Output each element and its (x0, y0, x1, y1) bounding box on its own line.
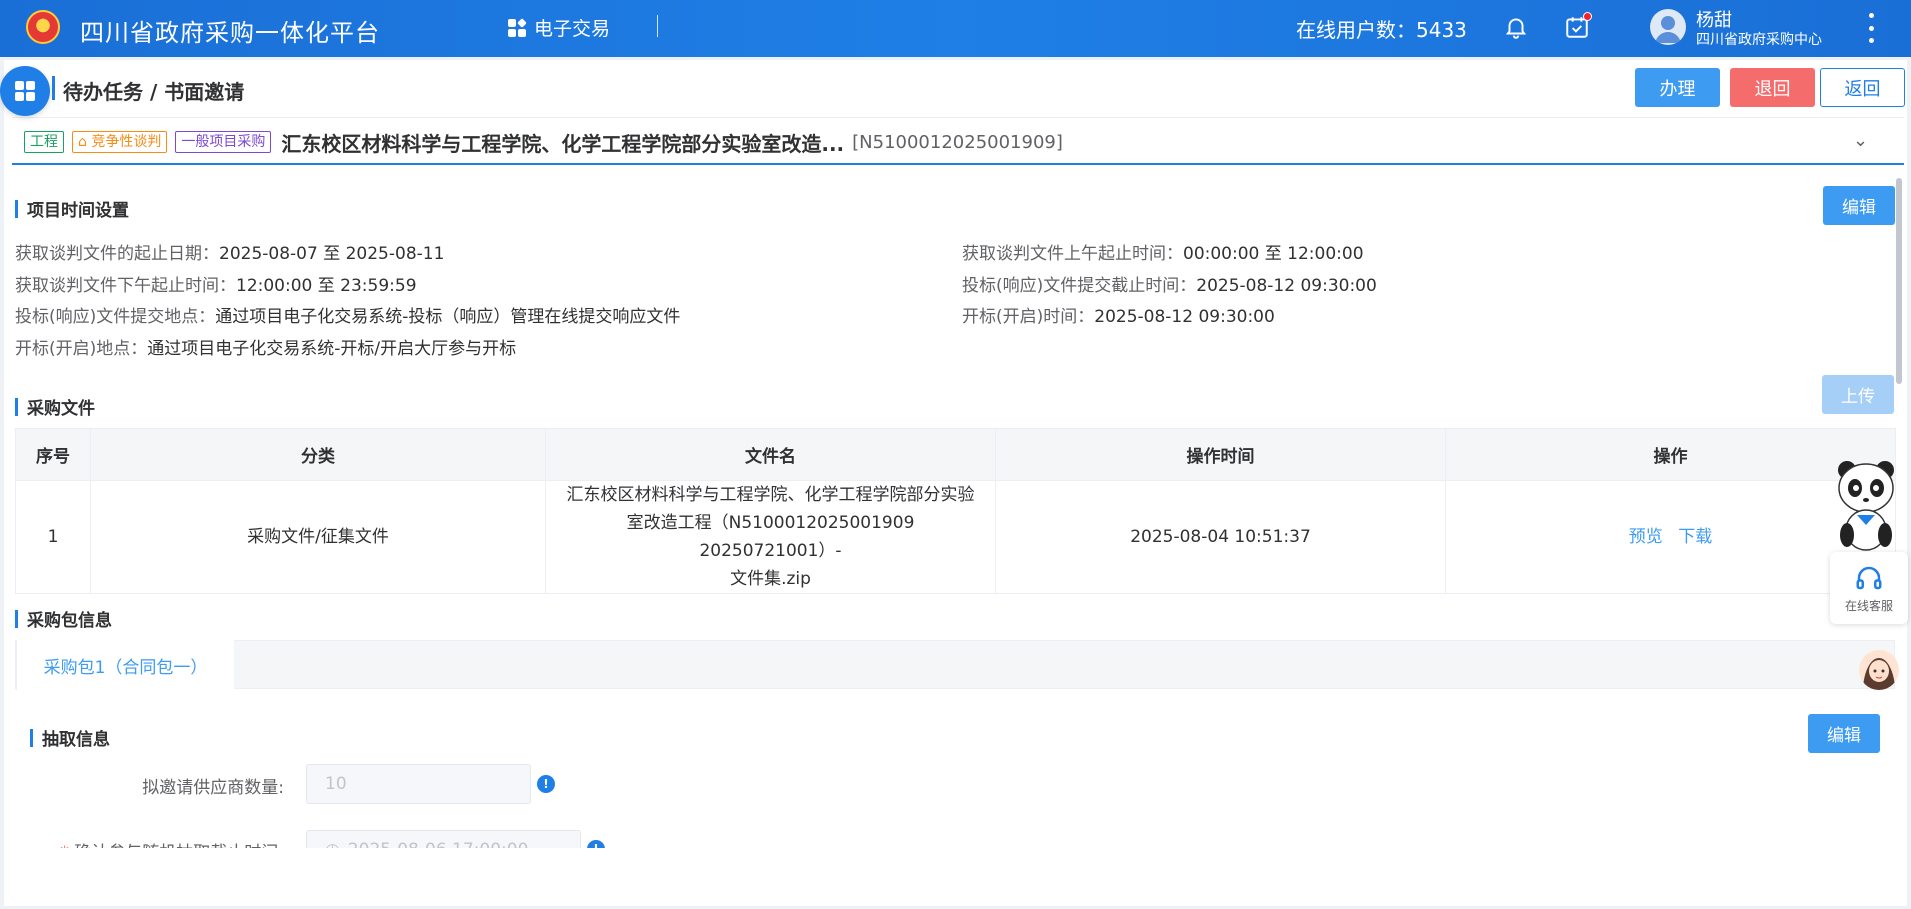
procurement-files-table: 序号 分类 文件名 操作时间 操作 1 采购文件/征集文件 汇东校区材料科学与工… (15, 428, 1896, 594)
table-header-row: 序号 分类 文件名 操作时间 操作 (15, 428, 1896, 481)
tag-method: ⌂ 竞争性谈判 (72, 131, 168, 153)
edit-extract-button[interactable]: 编辑 (1808, 714, 1880, 753)
field-doc-date-range: 获取谈判文件的起止日期：2025-08-07 至 2025-08-11 (15, 244, 445, 264)
cell-index: 1 (15, 480, 91, 594)
notification-dot (1583, 12, 1592, 21)
chevron-down-icon[interactable]: ⌄ (1853, 130, 1868, 151)
section-title: 采购文件 (27, 399, 95, 419)
reject-button[interactable]: 退回 (1730, 68, 1815, 107)
cell-actions: 预览 下载 (1445, 480, 1896, 594)
cell-time: 2025-08-04 10:51:37 (995, 480, 1446, 594)
section-extract-info: 抽取信息 (30, 725, 110, 750)
project-title: 汇东校区材料科学与工程学院、化学工程学院部分实验室改造... (281, 131, 845, 156)
nav-label: 电子交易 (534, 18, 611, 40)
section-title: 抽取信息 (42, 730, 110, 750)
field-opening-location: 开标(开启)地点：通过项目电子化交易系统-开标/开启大厅参与开标 (15, 339, 517, 359)
tag-method-label: 竞争性谈判 (91, 134, 162, 150)
package-tabs: 采购包1（合同包一） (15, 640, 1895, 690)
online-user-count: 在线用户数：5433 (1296, 18, 1467, 42)
project-code: [N5100012025001909] (852, 131, 1063, 153)
upload-button[interactable]: 上传 (1822, 375, 1894, 414)
section-title: 项目时间设置 (27, 201, 129, 221)
supplier-count-label: 拟邀请供应商数量: (142, 778, 284, 798)
col-time: 操作时间 (995, 428, 1446, 481)
top-header: 四川省政府采购一体化平台 电子交易 在线用户数：5433 杨甜 四川省政府采购中… (0, 0, 1911, 57)
col-actions: 操作 (1445, 428, 1896, 481)
assistant-avatar-icon[interactable] (1859, 650, 1899, 690)
nav-divider (657, 15, 658, 37)
breadcrumb: 待办任务 / 书面邀请 (63, 80, 245, 104)
user-org: 四川省政府采购中心 (1696, 32, 1822, 48)
field-submit-deadline: 投标(响应)文件提交截止时间：2025-08-12 09:30:00 (962, 276, 1377, 296)
service-label: 在线客服 (1844, 598, 1893, 613)
bottom-area (4, 848, 1907, 906)
download-link[interactable]: 下载 (1678, 527, 1712, 547)
info-icon[interactable]: ! (537, 775, 555, 793)
field-opening-time: 开标(开启)时间：2025-08-12 09:30:00 (962, 307, 1275, 327)
col-filename: 文件名 (545, 428, 996, 481)
project-underline (12, 163, 1904, 165)
col-category: 分类 (90, 428, 546, 481)
apps-icon (508, 17, 527, 37)
bell-icon[interactable] (1503, 14, 1529, 40)
tab-package-1[interactable]: 采购包1（合同包一） (16, 640, 234, 690)
section-package-info: 采购包信息 (15, 606, 112, 631)
header-divider (12, 117, 1904, 118)
scrollbar-thumb[interactable] (1896, 178, 1902, 384)
panda-mascot-icon[interactable] (1835, 460, 1897, 552)
table-row: 1 采购文件/征集文件 汇东校区材料科学与工程学院、化学工程学院部分实验 室改造… (15, 480, 1896, 594)
col-index: 序号 (15, 428, 91, 481)
field-afternoon-time: 获取谈判文件下午起止时间：12:00:00 至 23:59:59 (15, 276, 417, 296)
national-emblem-icon (26, 10, 60, 44)
cell-category: 采购文件/征集文件 (90, 480, 546, 594)
section-title: 采购包信息 (27, 611, 112, 631)
app-title: 四川省政府采购一体化平台 (80, 19, 380, 47)
grid-icon (15, 81, 35, 101)
more-menu-icon[interactable] (1866, 13, 1876, 43)
headset-icon (1856, 566, 1882, 589)
cell-filename: 汇东校区材料科学与工程学院、化学工程学院部分实验 室改造工程（N51000120… (545, 480, 996, 594)
tag-type: 一般项目采购 (175, 131, 272, 153)
handle-button[interactable]: 办理 (1635, 68, 1720, 107)
section-procurement-files: 采购文件 (15, 394, 95, 419)
preview-link[interactable]: 预览 (1629, 527, 1663, 547)
project-summary[interactable]: 工程 ⌂ 竞争性谈判 一般项目采购 汇东校区材料科学与工程学院、化学工程学院部分… (24, 127, 1063, 157)
edit-time-button[interactable]: 编辑 (1823, 186, 1895, 225)
section-time-settings: 项目时间设置 (15, 196, 129, 221)
return-button[interactable]: 返回 (1820, 68, 1905, 107)
breadcrumb-marker (52, 76, 55, 100)
field-submit-location: 投标(响应)文件提交地点：通过项目电子化交易系统-投标（响应）管理在线提交响应文… (15, 307, 681, 327)
user-avatar[interactable] (1650, 9, 1686, 45)
field-morning-time: 获取谈判文件上午起止时间：00:00:00 至 12:00:00 (962, 244, 1364, 264)
nav-electronic-trading[interactable]: 电子交易 (508, 14, 610, 41)
home-menu-button[interactable] (0, 66, 50, 116)
online-service-button[interactable]: 在线客服 (1830, 552, 1908, 624)
task-calendar-icon[interactable] (1564, 12, 1592, 40)
supplier-count-input[interactable]: 10 (306, 764, 531, 804)
tag-category: 工程 (24, 131, 64, 153)
